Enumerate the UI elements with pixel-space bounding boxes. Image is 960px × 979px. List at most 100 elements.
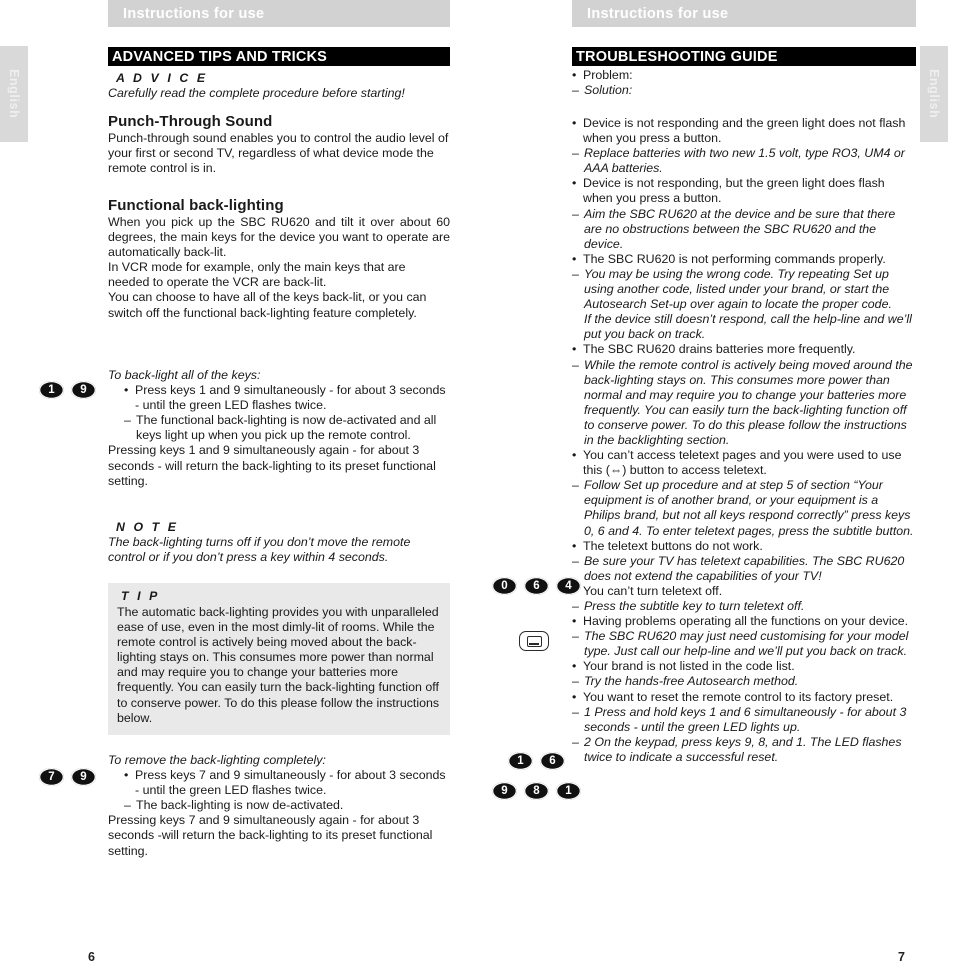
- functional-backlighting-heading: Functional back-lighting: [108, 197, 284, 214]
- entry-problem-row: • You can’t turn teletext off.: [572, 584, 916, 599]
- functional-backlighting-para-3: You can choose to have all of the keys b…: [108, 290, 427, 320]
- entry-problem-row: • The teletext buttons do not work.: [572, 539, 916, 554]
- note-kicker: N O T E: [116, 520, 179, 534]
- key-icon-8-reset: 8: [524, 782, 549, 800]
- backlight-remove-block: To remove the back-lighting completely: …: [108, 753, 450, 859]
- dash-marker: –: [572, 478, 579, 493]
- page-number-left: 6: [88, 950, 95, 964]
- entry-solution-text: You may be using the wrong code. Try rep…: [584, 266, 892, 312]
- bullet-marker: •: [124, 383, 129, 398]
- functional-backlighting-para-1: When you pick up the SBC RU620 and tilt …: [108, 215, 450, 260]
- section-banner-left-title: ADVANCED TIPS AND TRICKS: [112, 48, 328, 65]
- punch-through-heading: Punch-Through Sound: [108, 113, 273, 130]
- legend-problem-label: Problem:: [583, 68, 633, 82]
- note-block: N O T E The back-lighting turns off if y…: [108, 518, 450, 565]
- running-header-left-text: Instructions for use: [123, 5, 265, 22]
- dash-marker: –: [572, 734, 579, 749]
- entry-solution-text: 1 Press and hold keys 1 and 6 simultaneo…: [584, 704, 907, 734]
- entry-problem-row: • You can’t access teletext pages and yo…: [572, 448, 916, 478]
- troubleshooting-entry: • Having problems operating all the func…: [572, 614, 916, 659]
- troubleshooting-entry: • You can’t turn teletext off. – Press t…: [572, 584, 916, 614]
- backlight-all-bullet-row: • Press keys 1 and 9 simultaneously - fo…: [108, 383, 450, 413]
- running-header-left: Instructions for use: [108, 0, 450, 27]
- entry-problem-text: The SBC RU620 drains batteries more freq…: [583, 342, 856, 357]
- bullet-marker: •: [572, 342, 577, 357]
- dash-marker: –: [572, 266, 579, 281]
- note-text: The back-lighting turns off if you don’t…: [108, 535, 411, 565]
- entry-solution-text: Try the hands-free Autosearch method.: [584, 674, 799, 689]
- entry-problem-text: Having problems operating all the functi…: [583, 614, 909, 629]
- dash-marker: –: [572, 553, 579, 568]
- bullet-marker: •: [572, 116, 577, 130]
- punch-through-body: Punch-through sound enables you to contr…: [108, 131, 449, 176]
- backlight-all-intro: To back-light all of the keys:: [108, 368, 261, 382]
- backlight-remove-closing: Pressing keys 7 and 9 simultaneously aga…: [108, 813, 433, 858]
- entry-solution-text: Be sure your TV has teletext capabilitie…: [584, 553, 905, 583]
- tip-box: T I P The automatic back-lighting provid…: [108, 583, 450, 735]
- tip-text: The automatic back-lighting provides you…: [117, 605, 440, 725]
- dash-marker: –: [572, 629, 579, 644]
- entry-solution-row: – 2 On the keypad, press keys 9, 8, and …: [572, 735, 916, 765]
- entry-solution-extra-text: If the device still doesn’t respond, cal…: [584, 312, 912, 342]
- entry-problem-text: You want to reset the remote control to …: [583, 689, 894, 704]
- section-banner-left: ADVANCED TIPS AND TRICKS: [108, 47, 450, 66]
- key-icon-1-reset-b: 1: [556, 782, 581, 800]
- dash-marker: –: [572, 704, 579, 719]
- entry-solution-row: – Aim the SBC RU620 at the device and be…: [572, 207, 916, 252]
- entry-problem-row: • The SBC RU620 is not performing comman…: [572, 252, 916, 267]
- backlight-all-closing: Pressing keys 1 and 9 simultaneously aga…: [108, 443, 436, 488]
- troubleshooting-entry: • Device is not responding and the green…: [572, 116, 916, 176]
- bullet-marker: •: [572, 538, 577, 553]
- key-icon-9-remove: 9: [71, 768, 96, 786]
- entry-solution-row: – The SBC RU620 may just need customisin…: [572, 629, 916, 659]
- backlight-remove-intro: To remove the back-lighting completely:: [108, 753, 326, 767]
- entry-solution-row: – Try the hands-free Autosearch method.: [572, 674, 916, 689]
- dash-marker: –: [572, 599, 579, 613]
- bullet-marker: •: [572, 176, 577, 191]
- backlight-all-bullet-text: Press keys 1 and 9 simultaneously - for …: [135, 383, 446, 413]
- backlight-remove-dash-row: – The back-lighting is now de-activated.: [108, 798, 450, 813]
- dash-marker: –: [124, 798, 131, 813]
- backlight-all-dash-text: The functional back-lighting is now de-a…: [136, 413, 437, 443]
- entry-problem-text: The teletext buttons do not work.: [583, 538, 763, 553]
- troubleshooting-entry: • Your brand is not listed in the code l…: [572, 659, 916, 689]
- language-tab-left: English: [0, 46, 28, 142]
- functional-backlighting-section: Functional back-lighting When you pick u…: [108, 197, 450, 321]
- key-icon-1-reset: 1: [508, 752, 533, 770]
- subtitle-button-icon: [519, 631, 549, 651]
- section-banner-right: TROUBLESHOOTING GUIDE: [572, 47, 916, 66]
- running-header-right-text: Instructions for use: [587, 5, 729, 22]
- key-icon-0: 0: [492, 577, 517, 595]
- language-tab-right-label: English: [927, 69, 941, 119]
- troubleshooting-entry: • The SBC RU620 is not performing comman…: [572, 252, 916, 343]
- entry-solution-text: Aim the SBC RU620 at the device and be s…: [584, 206, 896, 251]
- entry-problem-row: • Having problems operating all the func…: [572, 614, 916, 629]
- bullet-marker: •: [572, 614, 577, 629]
- entry-problem-text: The SBC RU620 is not performing commands…: [583, 251, 886, 266]
- entry-solution-row: – You may be using the wrong code. Try r…: [572, 267, 916, 342]
- punch-through-section: Punch-Through Sound Punch-through sound …: [108, 113, 450, 176]
- bullet-marker: •: [572, 448, 577, 463]
- functional-backlighting-para-2: In VCR mode for example, only the main k…: [108, 260, 406, 290]
- entry-problem-row: • You want to reset the remote control t…: [572, 690, 916, 705]
- key-icons-reset-step1: 1 6: [508, 752, 565, 770]
- troubleshooting-entries: • Device is not responding and the green…: [572, 116, 916, 765]
- bullet-marker: •: [572, 689, 577, 704]
- entry-problem-text: Device is not responding and the green l…: [583, 116, 906, 146]
- backlight-all-block: To back-light all of the keys: • Press k…: [108, 368, 450, 489]
- troubleshooting-entry: • You can’t access teletext pages and yo…: [572, 448, 916, 539]
- troubleshooting-entry: • The teletext buttons do not work. – Be…: [572, 539, 916, 584]
- troubleshooting-entry: • The SBC RU620 drains batteries more fr…: [572, 342, 916, 448]
- entry-solution-text: The SBC RU620 may just need customising …: [584, 629, 909, 659]
- backlight-all-dash-row: – The functional back-lighting is now de…: [108, 413, 450, 443]
- key-icons-reset-step2: 9 8 1: [492, 782, 581, 800]
- key-icons-backlight-all: 1 9: [39, 381, 96, 399]
- troubleshooting-entry: • Device is not responding, but the gree…: [572, 176, 916, 251]
- running-header-right: Instructions for use: [572, 0, 916, 27]
- dash-marker: –: [572, 83, 579, 98]
- entry-solution-text: Replace batteries with two new 1.5 volt,…: [584, 146, 905, 176]
- bullet-marker: •: [572, 68, 577, 82]
- bullet-marker: •: [572, 659, 577, 674]
- bullet-marker: •: [124, 768, 129, 783]
- key-icon-6: 6: [524, 577, 549, 595]
